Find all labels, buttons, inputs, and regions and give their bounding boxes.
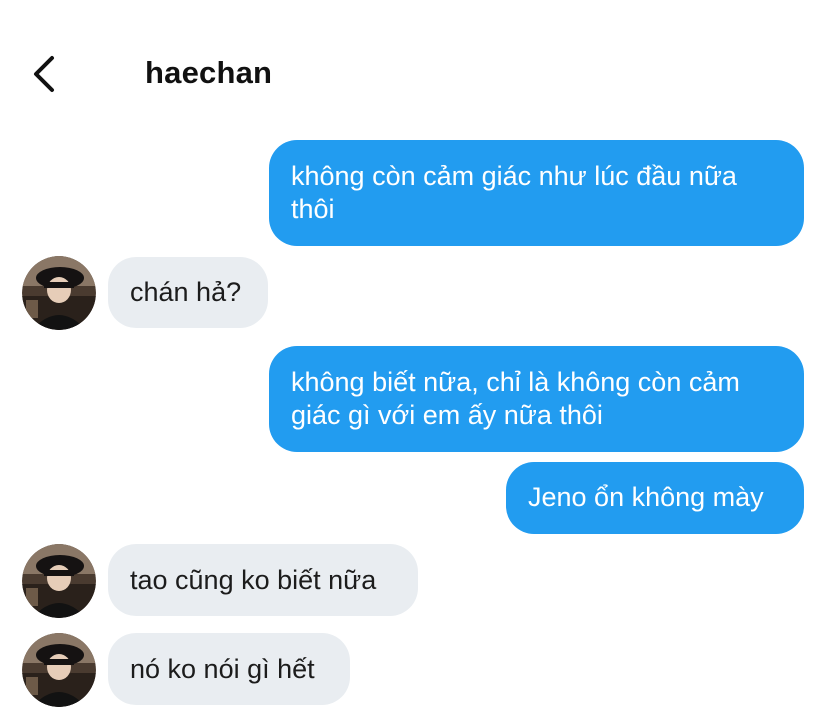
message-text: Jeno ổn không mày (528, 482, 764, 512)
chat-header: haechan (0, 0, 827, 150)
message-incoming[interactable]: chán hả? (108, 257, 268, 328)
avatar[interactable] (22, 633, 96, 707)
message-text: tao cũng ko biết nữa (130, 564, 377, 595)
avatar-photo (22, 544, 96, 618)
avatar-photo (22, 256, 96, 330)
message-text: không biết nữa, chỉ là không còn cảm giá… (291, 367, 740, 430)
message-text: chán hả? (130, 277, 242, 307)
message-outgoing[interactable]: không còn cảm giác như lúc đầu nữa thôi (269, 140, 804, 246)
message-outgoing[interactable]: không biết nữa, chỉ là không còn cảm giá… (269, 346, 804, 452)
avatar[interactable] (22, 256, 96, 330)
message-incoming[interactable]: nó ko nói gì hết (108, 633, 350, 705)
message-text: không còn cảm giác như lúc đầu nữa thôi (291, 161, 737, 224)
avatar-photo (22, 633, 96, 707)
back-button[interactable] (28, 52, 68, 96)
message-incoming[interactable]: tao cũng ko biết nữa (108, 544, 418, 616)
message-text: nó ko nói gì hết (130, 653, 315, 684)
chevron-left-icon (34, 56, 54, 92)
chat-title: haechan (145, 55, 273, 90)
message-outgoing[interactable]: Jeno ổn không mày (506, 462, 804, 534)
avatar[interactable] (22, 544, 96, 618)
